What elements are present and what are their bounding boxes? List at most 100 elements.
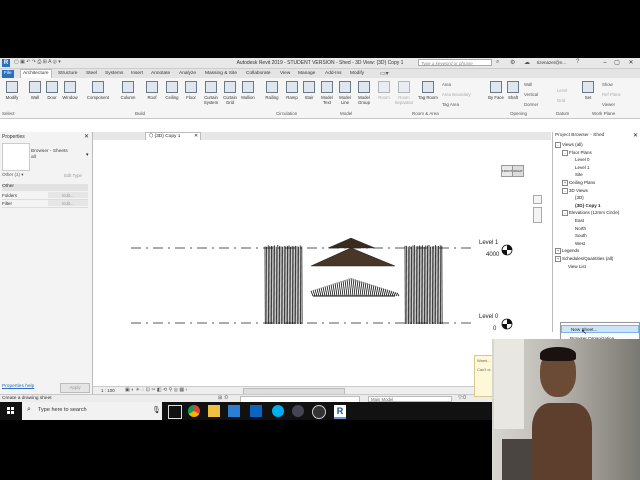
model-text-button[interactable]: Model Text: [317, 80, 337, 108]
browser-item[interactable]: View List: [562, 264, 586, 269]
microphone-icon[interactable]: 🎙: [152, 406, 161, 414]
tab-steel[interactable]: Steel: [84, 70, 99, 78]
stair-button[interactable]: Stair: [299, 80, 319, 108]
tab-view[interactable]: View: [278, 70, 292, 78]
shaft-button[interactable]: Shaft: [503, 80, 523, 108]
outlook-icon[interactable]: [250, 405, 262, 417]
ref-plane-button[interactable]: Ref Plane: [602, 92, 621, 97]
view-scale[interactable]: 1 : 100: [101, 388, 115, 393]
level-1-name[interactable]: Level 1: [479, 240, 498, 246]
worksets-icon[interactable]: ⊞ :0: [218, 395, 228, 401]
navigation-bar[interactable]: [533, 195, 540, 245]
vertical-opening-button[interactable]: Vertical: [524, 92, 538, 97]
prop-group-other[interactable]: Other: [2, 184, 88, 191]
tag-area-button[interactable]: Tag Area: [442, 102, 459, 107]
browser-item[interactable]: + Schedules/Quantities (all): [555, 256, 613, 262]
view-controls-icons[interactable]: ▣ ◐ ☀ ◌ ⊡ ✂ ◧ ⟲ ⚲ ◎ ▦ ‹: [125, 387, 187, 393]
skype-icon[interactable]: [272, 405, 284, 417]
chrome-icon[interactable]: [188, 405, 200, 417]
browser-item[interactable]: + Legends: [555, 248, 579, 254]
browser-item[interactable]: North: [569, 226, 586, 231]
type-selector[interactable]: Browser - Sheets all: [31, 149, 68, 161]
curtain-grid-button[interactable]: Curtain Grid: [220, 80, 240, 108]
grid-button[interactable]: Grid: [557, 98, 565, 103]
expand-icon[interactable]: +: [555, 248, 561, 254]
viewer-button[interactable]: Viewer: [602, 102, 615, 107]
collapse-icon[interactable]: -: [562, 210, 568, 216]
maximize-icon[interactable]: ▢: [612, 59, 622, 67]
properties-help-link[interactable]: Properties help: [2, 384, 34, 389]
help-search-input[interactable]: Type a keyword or phrase: [418, 59, 492, 66]
browser-item[interactable]: - Views (all): [555, 142, 583, 148]
a360-icon[interactable]: ☁: [524, 59, 530, 66]
apply-button[interactable]: Apply: [60, 383, 90, 393]
browser-item[interactable]: -3D Views: [562, 188, 588, 194]
zoom-icon[interactable]: [533, 207, 542, 223]
quick-access-toolbar[interactable]: ▢ ▣ ↶ ↷ ⎙ ⊞ A ◎ ▾: [14, 59, 61, 65]
tab-annotate[interactable]: Annotate: [149, 70, 172, 78]
chevron-down-icon[interactable]: ▾: [86, 152, 89, 158]
level-0-name[interactable]: Level 0: [479, 314, 498, 320]
tab-massing-site[interactable]: Massing & Site: [203, 70, 239, 78]
help-icon[interactable]: ?: [576, 59, 579, 65]
floor-button[interactable]: Floor: [181, 80, 201, 108]
area-boundary-button[interactable]: Area Boundary: [442, 92, 471, 97]
edit-type-button[interactable]: Edit Type: [56, 172, 90, 180]
windows-start-icon[interactable]: [0, 402, 22, 420]
tab-file[interactable]: File: [2, 70, 14, 78]
expand-icon[interactable]: +: [555, 256, 561, 262]
column-button[interactable]: Column: [118, 80, 138, 108]
steering-wheel-icon[interactable]: [533, 195, 542, 204]
task-view-icon[interactable]: [168, 405, 182, 419]
menu-item-new-sheet[interactable]: New Sheet...: [561, 325, 639, 333]
tab-insert[interactable]: Insert: [129, 70, 145, 78]
file-explorer-icon[interactable]: [208, 405, 220, 417]
area-button[interactable]: Area: [442, 82, 451, 87]
browser-item[interactable]: - Elevations (12mm Circle): [562, 210, 619, 216]
browser-item[interactable]: East: [569, 218, 584, 223]
tab-3d-copy-1[interactable]: ⬡ {3D} Copy 1 ✕: [145, 132, 201, 140]
obs-icon[interactable]: [312, 405, 326, 419]
photos-icon[interactable]: [228, 405, 240, 417]
panel-select[interactable]: Select: [2, 111, 15, 116]
level-button[interactable]: Level: [557, 88, 567, 93]
tab-systems[interactable]: Systems: [103, 70, 125, 78]
tab-add-ins[interactable]: Add-Ins: [323, 70, 344, 78]
collapse-icon[interactable]: -: [555, 142, 561, 148]
mullion-button[interactable]: Mullion: [238, 80, 258, 108]
tab-collaborate[interactable]: Collaborate: [244, 70, 273, 78]
browser-item[interactable]: {3D}: [569, 195, 584, 200]
wall-opening-button[interactable]: Wall: [524, 82, 532, 87]
modify-button[interactable]: Modify: [2, 80, 22, 108]
browser-item[interactable]: West: [569, 241, 585, 246]
browser-item[interactable]: - Floor Plans: [562, 150, 592, 156]
view-cube-right[interactable]: RIGHT: [512, 165, 524, 177]
close-icon[interactable]: ✕: [633, 132, 638, 139]
panel-room-area[interactable]: Room & Area: [412, 111, 439, 116]
component-button[interactable]: Component: [86, 80, 110, 108]
browser-item[interactable]: Site: [569, 172, 583, 177]
drawing-canvas[interactable]: Level 1 4000 Level 0 0 FRONT RIGHT: [93, 140, 551, 388]
folders-edit-button[interactable]: Edit...: [48, 192, 88, 198]
browser-item[interactable]: Level 1: [569, 165, 590, 170]
subscription-icon[interactable]: ⚙: [510, 59, 515, 66]
taskbar-search[interactable]: ⌕ Type here to search 🎙: [22, 402, 162, 420]
curtain-system-button[interactable]: Curtain System: [201, 80, 221, 108]
tag-room-button[interactable]: Tag Room: [418, 80, 438, 108]
tab-modify[interactable]: Modify: [348, 70, 366, 78]
user-account[interactable]: tizenazer@n...: [537, 60, 566, 65]
revit-icon[interactable]: R: [334, 405, 346, 419]
close-icon[interactable]: ✕: [84, 133, 89, 140]
expand-icon[interactable]: +: [562, 180, 568, 186]
browser-item[interactable]: + Ceiling Plans: [562, 180, 595, 186]
set-button[interactable]: Set: [578, 80, 598, 108]
show-button[interactable]: Show: [602, 82, 613, 87]
ceiling-button[interactable]: Ceiling: [162, 80, 182, 108]
level-0-elevation[interactable]: 0: [493, 326, 496, 332]
minimize-icon[interactable]: –: [600, 59, 610, 67]
collapse-icon[interactable]: -: [562, 150, 568, 156]
railing-button[interactable]: Railing: [262, 80, 282, 108]
room-separator-button[interactable]: Room Separator: [394, 80, 414, 108]
room-button[interactable]: Room: [374, 80, 394, 108]
ribbon-toggle-icon[interactable]: ▭▾: [380, 70, 389, 77]
